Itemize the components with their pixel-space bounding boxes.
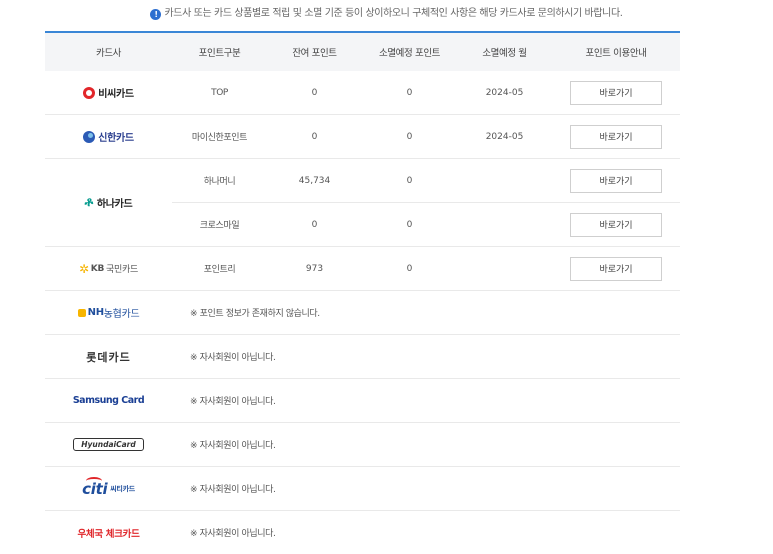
balance: 973 [305,263,324,274]
point-type: 마이신한포인트 [191,133,248,143]
hyundai-card-logo: HyundaiCard [45,423,172,466]
status-message: ※ 자사회원이 아닙니다. [190,529,276,539]
expiring-points: 0 [406,175,413,186]
info-icon: ! [150,9,162,20]
point-type: 포인트리 [203,265,236,275]
point-type: 하나머니 [203,177,236,187]
status-message: ※ 자사회원이 아닙니다. [190,485,276,495]
go-button-shinhan[interactable]: 바로가기 [570,124,662,149]
table-header: 카드사 포인트구분 잔여 포인트 소멸예정 포인트 소멸예정 월 포인트 이용안… [45,31,680,71]
expiring-points: 0 [406,263,413,274]
go-button-bc[interactable]: 바로가기 [570,80,662,105]
citi-card-logo: citi 씨티카드 [45,467,172,510]
nh-logo-icon [77,308,86,317]
header-usage-guide: 포인트 이용안내 [585,48,647,59]
balance: 0 [311,131,318,142]
header-point-type: 포인트구분 [198,48,241,59]
sub-row: 크로스마일 0 0 바로가기 [172,203,680,246]
go-button-hana-money[interactable]: 바로가기 [570,168,662,193]
sub-row: 하나머니 45,734 0 바로가기 [172,159,680,203]
hana-logo-icon: ቶ [84,195,94,210]
lotte-card-logo: 롯데카드 [86,350,131,364]
kb-logo-icon: ✲ [79,261,89,276]
table-row: 우체국 체크카드 ※ 자사회원이 아닙니다. [45,511,680,554]
bc-card-logo: 비씨카드 [45,71,172,114]
header-balance: 잔여 포인트 [292,48,337,59]
shinhan-card-logo: 신한카드 [45,115,172,158]
expiring-points: 0 [406,87,413,98]
citi-logo-icon: citi [82,476,108,498]
balance: 45,734 [298,175,331,186]
balance: 0 [311,87,318,98]
kb-card-logo: ✲ KB 국민카드 [79,261,138,276]
table-row: 비씨카드 TOP 0 0 2024-05 바로가기 [45,71,680,115]
table-row: citi 씨티카드 ※ 자사회원이 아닙니다. [45,467,680,511]
header-expiring-month: 소멸예정 월 [482,48,527,59]
status-message: ※ 자사회원이 아닙니다. [190,397,276,407]
samsung-card-logo: Samsung Card [72,395,145,406]
hana-card-logo: ቶ 하나카드 [84,195,133,210]
card-points-table: 카드사 포인트구분 잔여 포인트 소멸예정 포인트 소멸예정 월 포인트 이용안… [45,31,680,554]
header-card-company: 카드사 [95,48,122,59]
table-row: NH 농협카드 ※ 포인트 정보가 존재하지 않습니다. [45,291,680,335]
table-row: 롯데카드 ※ 자사회원이 아닙니다. [45,335,680,379]
table-row: HyundaiCard ※ 자사회원이 아닙니다. [45,423,680,467]
table-row: ቶ 하나카드 하나머니 45,734 0 바로가기 크로스마일 0 0 바로가기 [45,159,680,247]
notice-banner: ! 카드사 또는 카드 상품별로 적립 및 소멸 기준 등이 상이하오니 구체적인… [0,4,773,20]
table-row: 신한카드 마이신한포인트 0 0 2024-05 바로가기 [45,115,680,159]
shinhan-logo-icon [83,130,96,143]
point-type: 크로스마일 [199,221,240,231]
header-expiring-points: 소멸예정 포인트 [379,48,440,59]
nh-card-logo: NH 농협카드 [45,291,172,334]
expiring-points: 0 [406,219,413,230]
notice-text: 카드사 또는 카드 상품별로 적립 및 소멸 기준 등이 상이하오니 구체적인 … [164,8,623,19]
balance: 0 [311,219,318,230]
status-message: ※ 자사회원이 아닙니다. [190,353,276,363]
go-button-cross-mile[interactable]: 바로가기 [570,212,662,237]
status-message: ※ 포인트 정보가 존재하지 않습니다. [190,309,320,319]
bc-logo-icon [83,86,96,99]
status-message: ※ 자사회원이 아닙니다. [190,441,276,451]
go-button-kb[interactable]: 바로가기 [570,256,662,281]
expiring-month: 2024-05 [485,131,524,142]
expiring-points: 0 [406,131,413,142]
point-type: TOP [211,87,228,98]
expiring-month: 2024-05 [485,87,524,98]
table-row: ✲ KB 국민카드 포인트리 973 0 바로가기 [45,247,680,291]
post-office-card-logo: 우체국 체크카드 [77,528,140,540]
table-row: Samsung Card ※ 자사회원이 아닙니다. [45,379,680,423]
